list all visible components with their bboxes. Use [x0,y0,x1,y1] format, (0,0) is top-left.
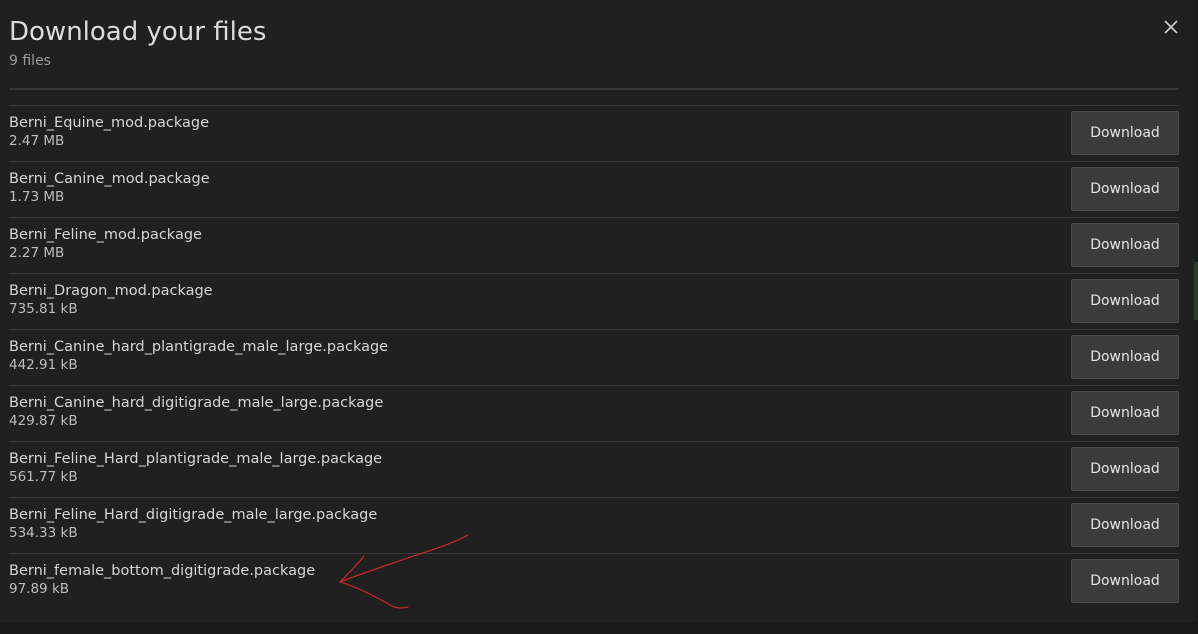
download-button[interactable]: Download [1071,167,1179,211]
background-bottom [0,622,1198,634]
file-count: 9 files [9,53,51,69]
download-button[interactable]: Download [1071,447,1179,491]
file-name: Berni_Canine_hard_digitigrade_male_large… [9,395,384,411]
file-list: Berni_Equine_mod.package 2.47 MB Downloa… [9,105,1179,609]
file-name: Berni_Canine_mod.package [9,171,210,187]
file-size: 2.27 MB [9,245,65,261]
download-button[interactable]: Download [1071,111,1179,155]
file-size: 442.91 kB [9,357,78,373]
close-icon[interactable] [1158,14,1184,40]
download-button[interactable]: Download [1071,279,1179,323]
file-row: Berni_Feline_Hard_digitigrade_male_large… [9,497,1179,553]
file-row: Berni_Canine_mod.package 1.73 MB Downloa… [9,161,1179,217]
file-name: Berni_Feline_Hard_plantigrade_male_large… [9,451,383,467]
file-row: Berni_Feline_Hard_plantigrade_male_large… [9,441,1179,497]
file-name: Berni_Feline_mod.package [9,227,202,243]
file-row: Berni_female_bottom_digitigrade.package … [9,553,1179,609]
file-size: 97.89 kB [9,581,70,597]
download-button[interactable]: Download [1071,335,1179,379]
file-name: Berni_female_bottom_digitigrade.package [9,563,316,579]
file-size: 1.73 MB [9,189,65,205]
file-name: Berni_Equine_mod.package [9,115,210,131]
file-row: Berni_Dragon_mod.package 735.81 kB Downl… [9,273,1179,329]
download-button[interactable]: Download [1071,559,1179,603]
file-name: Berni_Feline_Hard_digitigrade_male_large… [9,507,378,523]
modal-title: Download your files [9,17,267,47]
file-size: 2.47 MB [9,133,65,149]
file-row: Berni_Feline_mod.package 2.27 MB Downloa… [9,217,1179,273]
download-button[interactable]: Download [1071,391,1179,435]
file-row: Berni_Canine_hard_digitigrade_male_large… [9,385,1179,441]
file-name: Berni_Canine_hard_plantigrade_male_large… [9,339,389,355]
download-button[interactable]: Download [1071,503,1179,547]
file-row: Berni_Canine_hard_plantigrade_male_large… [9,329,1179,385]
file-size: 429.87 kB [9,413,78,429]
file-size: 735.81 kB [9,301,78,317]
header-divider [9,88,1179,90]
background-accent [1194,262,1198,320]
file-size: 534.33 kB [9,525,78,541]
download-button[interactable]: Download [1071,223,1179,267]
file-name: Berni_Dragon_mod.package [9,283,213,299]
file-row: Berni_Equine_mod.package 2.47 MB Downloa… [9,105,1179,161]
background-edge [1194,0,1198,634]
download-modal: Download your files 9 files Berni_Equine… [0,0,1194,622]
file-size: 561.77 kB [9,469,78,485]
